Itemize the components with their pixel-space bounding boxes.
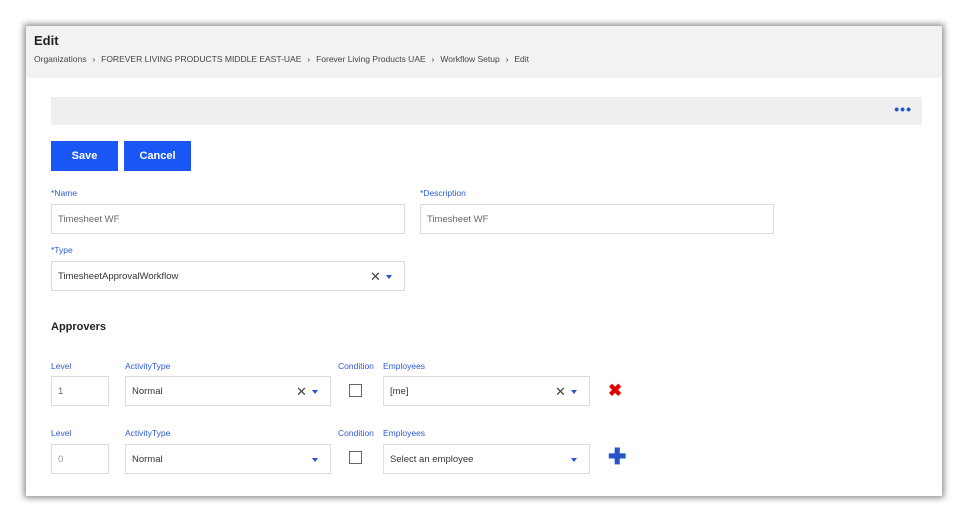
page-title: Edit: [34, 33, 59, 48]
chevron-down-icon[interactable]: [386, 275, 392, 279]
add-row-icon[interactable]: ✚: [608, 446, 626, 468]
type-select[interactable]: TimesheetApprovalWorkflow ✕: [51, 261, 405, 291]
clear-icon[interactable]: ✕: [555, 385, 566, 398]
condition-label: Condition: [338, 361, 374, 371]
type-value: TimesheetApprovalWorkflow: [58, 270, 179, 282]
level-field[interactable]: 1: [51, 376, 109, 406]
level-label: Level: [51, 361, 72, 371]
activity-type-label: ActivityType: [125, 428, 171, 438]
page-header: Edit Organizations › FOREVER LIVING PROD…: [26, 26, 942, 78]
level-field[interactable]: 0: [51, 444, 109, 474]
breadcrumb-item-organizations[interactable]: Organizations: [34, 54, 86, 64]
app-window: Edit Organizations › FOREVER LIVING PROD…: [26, 26, 942, 496]
delete-row-icon[interactable]: ✖: [608, 382, 622, 399]
condition-label: Condition: [338, 428, 374, 438]
chevron-down-icon[interactable]: [571, 458, 577, 462]
employees-label: Employees: [383, 428, 426, 438]
breadcrumb-item-org[interactable]: FOREVER LIVING PRODUCTS MIDDLE EAST-UAE: [101, 54, 301, 64]
chevron-right-icon: ›: [431, 54, 435, 64]
employees-label: Employees: [383, 361, 426, 371]
employees-placeholder: Select an employee: [390, 453, 474, 465]
type-label: *Type: [51, 245, 73, 255]
breadcrumb-item-workflow-setup[interactable]: Workflow Setup: [440, 54, 499, 64]
clear-icon[interactable]: ✕: [296, 385, 307, 398]
activity-type-select[interactable]: Normal: [125, 444, 331, 474]
description-label: *Description: [420, 188, 466, 198]
activity-type-value: Normal: [132, 385, 163, 397]
employees-value: [me]: [390, 385, 409, 397]
clear-icon[interactable]: ✕: [370, 270, 381, 283]
activity-type-label: ActivityType: [125, 361, 171, 371]
breadcrumb-item-company[interactable]: Forever Living Products UAE: [316, 54, 426, 64]
chevron-right-icon: ›: [92, 54, 96, 64]
description-field[interactable]: Timesheet WF: [420, 204, 774, 234]
employees-select[interactable]: Select an employee: [383, 444, 590, 474]
breadcrumb: Organizations › FOREVER LIVING PRODUCTS …: [34, 54, 529, 64]
employees-select[interactable]: [me] ✕: [383, 376, 590, 406]
name-field[interactable]: Timesheet WF: [51, 204, 405, 234]
save-button[interactable]: Save: [51, 141, 118, 171]
condition-checkbox[interactable]: [349, 384, 362, 397]
level-value: 1: [58, 385, 64, 397]
toolbar: •••: [51, 97, 922, 125]
activity-type-select[interactable]: Normal ✕: [125, 376, 331, 406]
description-value: Timesheet WF: [427, 213, 489, 225]
level-value: 0: [58, 453, 64, 465]
chevron-right-icon: ›: [505, 54, 509, 64]
approvers-title: Approvers: [51, 321, 107, 333]
condition-checkbox[interactable]: [349, 451, 362, 464]
chevron-down-icon[interactable]: [571, 390, 577, 394]
level-label: Level: [51, 428, 72, 438]
name-label: *Name: [51, 188, 77, 198]
name-value: Timesheet WF: [58, 213, 120, 225]
breadcrumb-item-current: Edit: [514, 54, 530, 64]
chevron-down-icon[interactable]: [312, 390, 318, 394]
activity-type-value: Normal: [132, 453, 163, 465]
chevron-right-icon: ›: [307, 54, 311, 64]
chevron-down-icon[interactable]: [312, 458, 318, 462]
more-options-icon[interactable]: •••: [894, 102, 912, 116]
cancel-button[interactable]: Cancel: [124, 141, 191, 171]
